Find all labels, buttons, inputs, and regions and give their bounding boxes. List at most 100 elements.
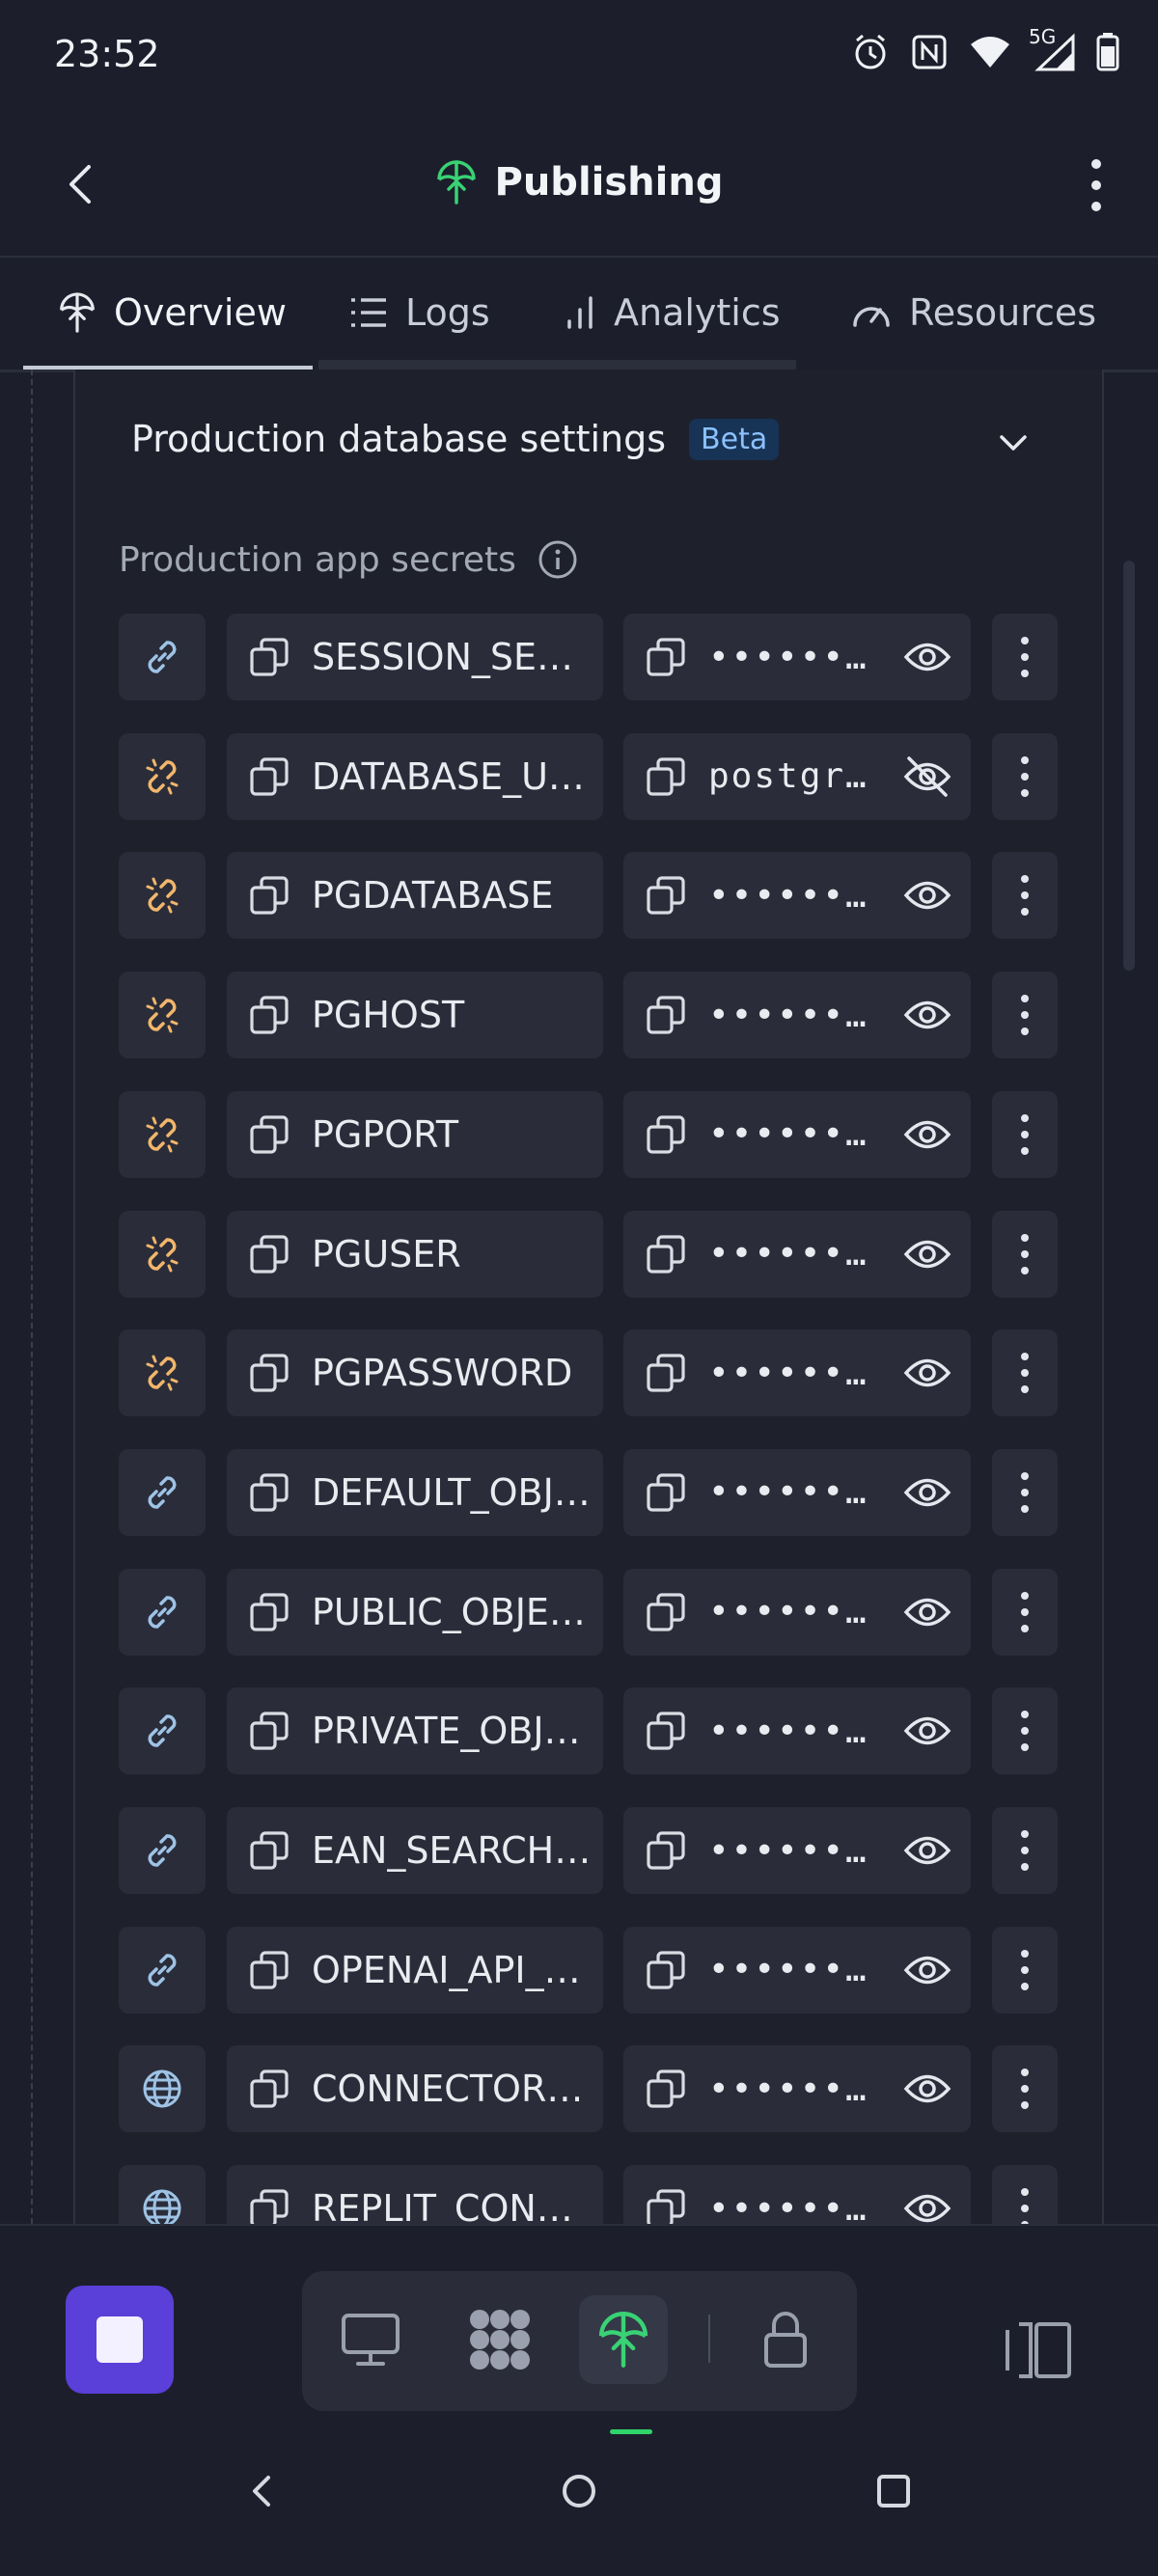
- secret-value-field[interactable]: postgresql://: [623, 732, 971, 820]
- eye-icon[interactable]: [903, 2067, 951, 2111]
- secret-link-button[interactable]: [119, 1448, 206, 1536]
- secret-value-field[interactable]: ••••••••: [623, 2045, 971, 2133]
- secret-more-button[interactable]: [992, 614, 1058, 700]
- secret-more-button[interactable]: [992, 1687, 1058, 1775]
- secret-more-button[interactable]: [992, 1807, 1058, 1894]
- secret-value-field[interactable]: ••••••••: [623, 1090, 971, 1178]
- copy-icon[interactable]: [248, 1233, 290, 1275]
- secret-more-button[interactable]: [992, 1926, 1058, 2014]
- eye-icon[interactable]: [903, 1590, 951, 1634]
- secret-link-button[interactable]: [119, 732, 206, 820]
- system-back-icon[interactable]: [241, 2470, 284, 2512]
- system-home-icon[interactable]: [558, 2470, 600, 2512]
- secret-key-field[interactable]: REPLIT_CONNECTORS: [227, 2165, 603, 2224]
- copy-icon[interactable]: [645, 1829, 687, 1872]
- secret-key-field[interactable]: DATABASE_URL: [227, 732, 603, 820]
- copy-icon[interactable]: [645, 1233, 687, 1275]
- copy-icon[interactable]: [645, 1113, 687, 1156]
- secret-key-field[interactable]: EAN_SEARCH_TOKEN: [227, 1807, 603, 1894]
- secret-more-button[interactable]: [992, 2045, 1058, 2133]
- info-icon[interactable]: [538, 539, 578, 580]
- secret-value-field[interactable]: ••••••••: [623, 1926, 971, 2014]
- eye-icon[interactable]: [903, 1828, 951, 1873]
- copy-icon[interactable]: [248, 1471, 290, 1514]
- secret-key-field[interactable]: PGDATABASE: [227, 852, 603, 940]
- eye-icon[interactable]: [903, 635, 951, 679]
- secret-link-button[interactable]: [119, 1807, 206, 1894]
- copy-icon[interactable]: [248, 1113, 290, 1156]
- eye-icon[interactable]: [903, 1112, 951, 1157]
- more-vertical-icon[interactable]: [1069, 154, 1123, 216]
- secret-key-field[interactable]: DEFAULT_OBJECT_STORAGE: [227, 1448, 603, 1536]
- tab-analytics[interactable]: Analytics: [564, 256, 781, 370]
- publishing-button[interactable]: [579, 2295, 668, 2384]
- secret-value-field[interactable]: ••••••••: [623, 972, 971, 1059]
- secret-more-button[interactable]: [992, 1090, 1058, 1178]
- lock-button[interactable]: [741, 2295, 830, 2384]
- eye-icon[interactable]: [903, 1232, 951, 1276]
- secret-value-field[interactable]: ••••••••: [623, 852, 971, 940]
- copy-icon[interactable]: [248, 1591, 290, 1633]
- tab-overview[interactable]: Overview: [58, 256, 287, 370]
- copy-icon[interactable]: [248, 2187, 290, 2224]
- eye-icon[interactable]: [903, 1470, 951, 1515]
- secret-link-button[interactable]: [119, 614, 206, 700]
- secret-key-field[interactable]: PGPORT: [227, 1090, 603, 1178]
- secret-more-button[interactable]: [992, 1329, 1058, 1417]
- system-recents-icon[interactable]: [872, 2470, 915, 2512]
- copy-icon[interactable]: [645, 1949, 687, 1991]
- eye-icon[interactable]: [903, 873, 951, 918]
- secret-value-field[interactable]: ••••••••: [623, 1448, 971, 1536]
- secret-key-field[interactable]: OPENAI_API_KEY: [227, 1926, 603, 2014]
- copy-icon[interactable]: [645, 755, 687, 798]
- stop-button[interactable]: [66, 2286, 174, 2394]
- secret-more-button[interactable]: [992, 1568, 1058, 1656]
- secret-more-button[interactable]: [992, 972, 1058, 1059]
- secret-link-button[interactable]: [119, 2045, 206, 2133]
- secret-value-field[interactable]: ••••••••: [623, 1687, 971, 1775]
- copy-icon[interactable]: [248, 1829, 290, 1872]
- secret-link-button[interactable]: [119, 1210, 206, 1298]
- chevron-down-icon[interactable]: [994, 424, 1033, 462]
- copy-icon[interactable]: [645, 1710, 687, 1752]
- secret-value-field[interactable]: ••••••••: [623, 2165, 971, 2224]
- section-header[interactable]: Production database settings Beta: [131, 418, 780, 460]
- secret-link-button[interactable]: [119, 1090, 206, 1178]
- monitor-button[interactable]: [326, 2295, 415, 2384]
- copy-icon[interactable]: [645, 994, 687, 1036]
- workflow-button[interactable]: [455, 2295, 544, 2384]
- copy-icon[interactable]: [645, 2187, 687, 2224]
- secret-value-field[interactable]: ••••••••: [623, 1568, 971, 1656]
- copy-icon[interactable]: [645, 1591, 687, 1633]
- tab-scrollbar[interactable]: [318, 360, 796, 370]
- eye-icon[interactable]: [903, 1351, 951, 1395]
- copy-icon[interactable]: [645, 874, 687, 917]
- copy-icon[interactable]: [248, 636, 290, 678]
- copy-icon[interactable]: [645, 1352, 687, 1394]
- secret-link-button[interactable]: [119, 1687, 206, 1775]
- copy-icon[interactable]: [248, 874, 290, 917]
- secret-value-field[interactable]: ••••••••: [623, 614, 971, 700]
- copy-icon[interactable]: [248, 1710, 290, 1752]
- secret-key-field[interactable]: PUBLIC_OBJECT_SEARCH: [227, 1568, 603, 1656]
- eye-icon[interactable]: [903, 1948, 951, 1992]
- copy-icon[interactable]: [645, 2068, 687, 2110]
- secret-key-field[interactable]: PGPASSWORD: [227, 1329, 603, 1417]
- tab-logs[interactable]: Logs: [349, 256, 490, 370]
- secret-value-field[interactable]: ••••••••: [623, 1807, 971, 1894]
- secret-more-button[interactable]: [992, 852, 1058, 940]
- secret-key-field[interactable]: PGHOST: [227, 972, 603, 1059]
- secret-link-button[interactable]: [119, 1568, 206, 1656]
- secret-link-button[interactable]: [119, 972, 206, 1059]
- copy-icon[interactable]: [645, 636, 687, 678]
- eye-icon[interactable]: [903, 993, 951, 1037]
- content-scrollbar[interactable]: [1123, 561, 1135, 971]
- copy-icon[interactable]: [248, 994, 290, 1036]
- secret-link-button[interactable]: [119, 2165, 206, 2224]
- eye-off-icon[interactable]: [903, 754, 951, 799]
- secret-key-field[interactable]: CONNECTORS_HOSTNAME: [227, 2045, 603, 2133]
- secret-more-button[interactable]: [992, 1210, 1058, 1298]
- copy-icon[interactable]: [248, 1352, 290, 1394]
- secret-key-field[interactable]: SESSION_SECRET: [227, 614, 603, 700]
- secret-link-button[interactable]: [119, 1329, 206, 1417]
